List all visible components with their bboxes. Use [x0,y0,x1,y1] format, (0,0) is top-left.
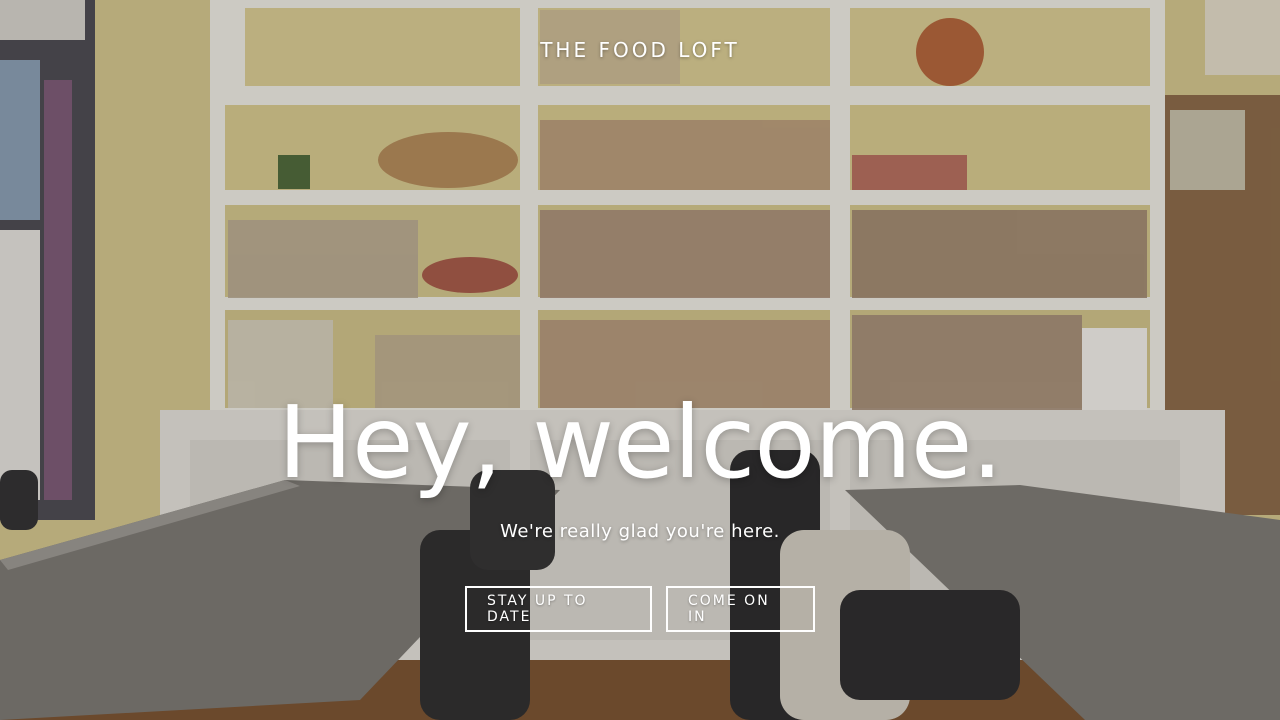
site-brand[interactable]: THE FOOD LOFT [0,38,1280,62]
hero-headline: Hey, welcome. [277,384,1003,501]
come-on-in-button[interactable]: COME ON IN [666,586,815,632]
hero-cta-row: STAY UP TO DATE COME ON IN [0,586,1280,632]
hero-section: THE FOOD LOFT Hey, welcome. We're really… [0,0,1280,720]
stay-up-to-date-button[interactable]: STAY UP TO DATE [465,586,652,632]
hero-subhead: We're really glad you're here. [500,521,780,542]
